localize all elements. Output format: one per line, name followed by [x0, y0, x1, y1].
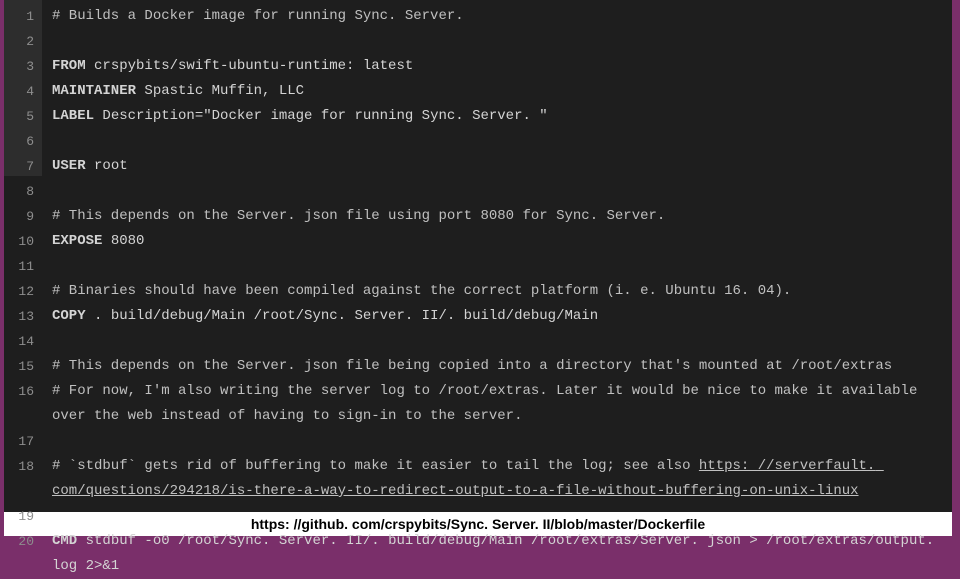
line-number-gutter: 12345678910111213141516 1718 1920	[4, 0, 42, 579]
code-line: # This depends on the Server. json file …	[52, 204, 952, 229]
code-line	[52, 179, 952, 204]
line-number: 5	[8, 104, 34, 129]
comment-text: # Binaries should have been compiled aga…	[52, 283, 791, 299]
dockerfile-keyword: COPY	[52, 308, 86, 324]
comment-text: # This depends on the Server. json file …	[52, 208, 665, 224]
dockerfile-keyword: MAINTAINER	[52, 83, 136, 99]
code-line: MAINTAINER Spastic Muffin, LLC	[52, 79, 952, 104]
code-line: # `stdbuf` gets rid of buffering to make…	[52, 454, 952, 504]
code-line	[52, 429, 952, 454]
code-text: 8080	[102, 233, 144, 249]
comment-text: # Builds a Docker image for running Sync…	[52, 8, 464, 24]
dockerfile-keyword: CMD	[52, 533, 77, 549]
line-number: 18	[8, 454, 34, 479]
code-text: Description="Docker image for running Sy…	[94, 108, 548, 124]
line-number: 9	[8, 204, 34, 229]
code-line: CMD stdbuf -o0 /root/Sync. Server. II/. …	[52, 529, 952, 579]
code-line: FROM crspybits/swift-ubuntu-runtime: lat…	[52, 54, 952, 79]
code-line: # Binaries should have been compiled aga…	[52, 279, 952, 304]
code-line: # Builds a Docker image for running Sync…	[52, 4, 952, 29]
code-area: 12345678910111213141516 1718 1920 # Buil…	[4, 0, 952, 579]
code-line: # For now, I'm also writing the server l…	[52, 379, 952, 429]
comment-text: # This depends on the Server. json file …	[52, 358, 892, 374]
code-line: LABEL Description="Docker image for runn…	[52, 104, 952, 129]
line-number: 11	[8, 254, 34, 279]
comment-text: # For now, I'm also writing the server l…	[52, 383, 926, 424]
line-number: 8	[8, 179, 34, 204]
code-editor: 12345678910111213141516 1718 1920 # Buil…	[4, 0, 952, 536]
code-text: . build/debug/Main /root/Sync. Server. I…	[86, 308, 598, 324]
code-text: Spastic Muffin, LLC	[136, 83, 304, 99]
code-line: # This depends on the Server. json file …	[52, 354, 952, 379]
dockerfile-keyword: USER	[52, 158, 86, 174]
line-number: 7	[8, 154, 34, 179]
line-number: 3	[8, 54, 34, 79]
code-lines[interactable]: # Builds a Docker image for running Sync…	[42, 0, 952, 579]
line-number	[8, 404, 34, 429]
code-line	[52, 129, 952, 154]
line-number: 20	[8, 529, 34, 554]
code-text: stdbuf -o0 /root/Sync. Server. II/. buil…	[52, 533, 943, 574]
line-number: 12	[8, 279, 34, 304]
line-number: 17	[8, 429, 34, 454]
line-number	[8, 554, 34, 579]
dockerfile-keyword: FROM	[52, 58, 86, 74]
line-number: 16	[8, 379, 34, 404]
code-line: COPY . build/debug/Main /root/Sync. Serv…	[52, 304, 952, 329]
line-number: 10	[8, 229, 34, 254]
line-number: 1	[8, 4, 34, 29]
line-number: 14	[8, 329, 34, 354]
line-number: 13	[8, 304, 34, 329]
code-text: crspybits/swift-ubuntu-runtime: latest	[86, 58, 414, 74]
line-number: 19	[8, 504, 34, 529]
code-line	[52, 504, 952, 529]
code-line	[52, 329, 952, 354]
line-number: 4	[8, 79, 34, 104]
dockerfile-keyword: EXPOSE	[52, 233, 102, 249]
code-line	[52, 29, 952, 54]
code-text: root	[86, 158, 128, 174]
code-line: EXPOSE 8080	[52, 229, 952, 254]
line-number	[8, 479, 34, 504]
line-number: 6	[8, 129, 34, 154]
line-number: 2	[8, 29, 34, 54]
code-line	[52, 254, 952, 279]
dockerfile-keyword: LABEL	[52, 108, 94, 124]
comment-text: # `stdbuf` gets rid of buffering to make…	[52, 458, 699, 474]
line-number: 15	[8, 354, 34, 379]
code-line: USER root	[52, 154, 952, 179]
